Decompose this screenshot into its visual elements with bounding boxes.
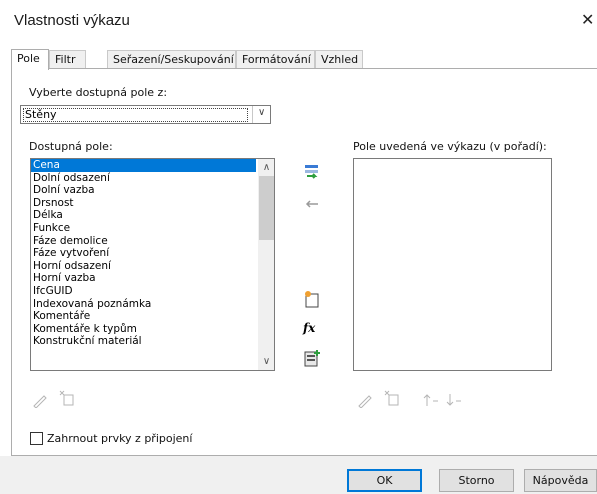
combine-parameters-icon[interactable] [303,349,321,367]
remove-field-icon[interactable] [303,195,321,213]
scheduled-fields-label: Pole uvedená ve výkazu (v pořadí): [353,140,547,153]
edit-scheduled-icon[interactable] [356,392,374,409]
tab-filter[interactable]: Filtr [49,50,86,69]
include-linked-label[interactable]: Zahrnout prvky z připojení [47,432,192,445]
available-field-item[interactable]: Komentáře k typům [31,323,256,336]
scroll-up-icon[interactable]: ∧ [258,159,274,176]
close-icon[interactable]: ✕ [581,10,594,29]
category-select[interactable]: Stěny ∨ [20,105,271,124]
available-fields-list[interactable]: Cena Dolní odsazení Dolní vazba Drsnost Délk… [30,158,275,371]
add-field-icon[interactable] [303,163,321,181]
available-field-item[interactable]: Horní vazba [31,272,256,285]
calculated-value-icon[interactable]: fx [303,321,321,339]
chevron-down-icon[interactable]: ∨ [258,107,265,118]
available-field-item[interactable]: Cena [31,159,256,172]
available-field-item[interactable]: IfcGUID [31,285,256,298]
cancel-button[interactable]: Storno [439,469,514,492]
new-parameter-icon[interactable] [303,290,321,308]
available-fields-label: Dostupná pole: [29,140,113,153]
tab-formatting[interactable]: Formátování [236,50,315,69]
available-field-item[interactable]: Drsnost [31,197,256,210]
delete-parameter-icon[interactable] [58,390,76,406]
available-field-item[interactable]: Horní odsazení [31,260,256,273]
available-field-item[interactable]: Funkce [31,222,256,235]
scroll-down-icon[interactable]: ∨ [258,353,274,370]
delete-scheduled-icon[interactable] [383,390,401,406]
move-down-icon[interactable] [445,392,463,408]
available-field-item[interactable]: Dolní vazba [31,184,256,197]
available-fields-items: Cena Dolní odsazení Dolní vazba Drsnost Délk… [31,159,256,348]
available-field-item[interactable]: Indexovaná poznámka [31,298,256,311]
title-bar: Vlastnosti výkazu ✕ [0,0,597,44]
available-field-item[interactable]: Komentáře [31,310,256,323]
scroll-thumb[interactable] [259,176,274,240]
combo-separator [252,106,253,123]
available-field-item[interactable]: Délka [31,209,256,222]
ok-button[interactable]: OK [347,469,422,492]
scheduled-fields-list[interactable] [353,158,552,371]
source-label: Vyberte dostupná pole z: [29,86,168,99]
move-up-icon[interactable] [422,392,440,408]
tab-fields[interactable]: Pole [11,49,49,70]
available-field-item[interactable]: Konstrukční materiál [31,335,256,348]
include-linked-checkbox[interactable] [30,432,43,445]
tab-appearance[interactable]: Vzhled [315,50,363,69]
tab-sorting[interactable]: Seřazení/Seskupování [107,50,236,69]
window-title: Vlastnosti výkazu [14,12,130,29]
category-select-value: Stěny [23,108,248,122]
help-button[interactable]: Nápověda [524,469,597,492]
available-field-item[interactable]: Dolní odsazení [31,172,256,185]
available-field-item[interactable]: Fáze demolice [31,235,256,248]
available-fields-scrollbar[interactable]: ∧ ∨ [258,159,274,370]
available-field-item[interactable]: Fáze vytvoření [31,247,256,260]
edit-parameter-icon[interactable] [31,392,49,409]
